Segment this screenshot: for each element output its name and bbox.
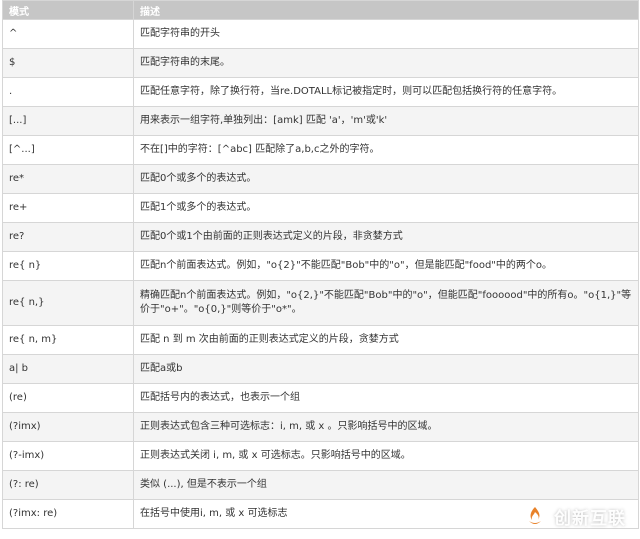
pattern-cell: ^ (2, 19, 134, 49)
pattern-cell: re{ n, m} (2, 325, 134, 355)
description-cell: 正则表达式包含三种可选标志：i, m, 或 x 。只影响括号中的区域。 (133, 412, 639, 442)
watermark-text: 创新互联 (554, 508, 626, 529)
table-row: $ 匹配字符串的末尾。 (2, 48, 639, 78)
table-row: (?imx) 正则表达式包含三种可选标志：i, m, 或 x 。只影响括号中的区域… (2, 412, 639, 442)
description-cell: 匹配1个或多个的表达式。 (133, 193, 639, 223)
description-cell: 不在[]中的字符：[^abc] 匹配除了a,b,c之外的字符。 (133, 135, 639, 165)
pattern-cell: [...] (2, 106, 134, 136)
description-cell: 匹配a或b (133, 354, 639, 384)
pattern-cell: re? (2, 222, 134, 252)
header-description: 描述 (133, 0, 639, 20)
pattern-cell: (?-imx) (2, 441, 134, 471)
table-row: re{ n} 匹配n个前面表达式。例如，"o{2}"不能匹配"Bob"中的"o"，… (2, 251, 639, 281)
table-row: a| b 匹配a或b (2, 354, 639, 384)
table-row: (?: re) 类似 (...), 但是不表示一个组 (2, 470, 639, 500)
table-row: re{ n, m} 匹配 n 到 m 次由前面的正则表达式定义的片段，贪婪方式 (2, 325, 639, 355)
pattern-cell: (?imx: re) (2, 499, 134, 529)
pattern-cell: re{ n} (2, 251, 134, 281)
description-cell: 匹配括号内的表达式，也表示一个组 (133, 383, 639, 413)
pattern-cell: (re) (2, 383, 134, 413)
pattern-cell: (?imx) (2, 412, 134, 442)
description-cell: 用来表示一组字符,单独列出：[amk] 匹配 'a'，'m'或'k' (133, 106, 639, 136)
pattern-cell: [^...] (2, 135, 134, 165)
table-row: re{ n,} 精确匹配n个前面表达式。例如，"o{2,}"不能匹配"Bob"中的… (2, 280, 639, 326)
table-row: ^ 匹配字符串的开头 (2, 19, 639, 49)
pattern-cell: . (2, 77, 134, 107)
description-cell: 精确匹配n个前面表达式。例如，"o{2,}"不能匹配"Bob"中的"o"，但能匹… (133, 280, 639, 326)
table-row: (?-imx) 正则表达式关闭 i, m, 或 x 可选标志。只影响括号中的区域。 (2, 441, 639, 471)
description-cell: 匹配 n 到 m 次由前面的正则表达式定义的片段，贪婪方式 (133, 325, 639, 355)
table-row: [^...] 不在[]中的字符：[^abc] 匹配除了a,b,c之外的字符。 (2, 135, 639, 165)
pattern-cell: re{ n,} (2, 280, 134, 326)
table-row: re* 匹配0个或多个的表达式。 (2, 164, 639, 194)
table-row: . 匹配任意字符，除了换行符，当re.DOTALL标记被指定时，则可以匹配包括换行… (2, 77, 639, 107)
pattern-cell: $ (2, 48, 134, 78)
regex-pattern-table: 模式 描述 ^ 匹配字符串的开头 $ 匹配字符串的末尾。 . 匹配任意字符，除了换行符… (2, 0, 639, 529)
description-cell: 匹配字符串的末尾。 (133, 48, 639, 78)
pattern-cell: a| b (2, 354, 134, 384)
pattern-cell: re* (2, 164, 134, 194)
description-cell: 正则表达式关闭 i, m, 或 x 可选标志。只影响括号中的区域。 (133, 441, 639, 471)
table-row: re+ 匹配1个或多个的表达式。 (2, 193, 639, 223)
description-cell: 匹配n个前面表达式。例如，"o{2}"不能匹配"Bob"中的"o"，但是能匹配"… (133, 251, 639, 281)
description-cell: 匹配0个或多个的表达式。 (133, 164, 639, 194)
description-cell: 匹配字符串的开头 (133, 19, 639, 49)
table-row: re? 匹配0个或1个由前面的正则表达式定义的片段，非贪婪方式 (2, 222, 639, 252)
table-row: (re) 匹配括号内的表达式，也表示一个组 (2, 383, 639, 413)
header-pattern: 模式 (2, 0, 134, 20)
watermark: 创新互联 (522, 503, 626, 529)
flame-logo-icon (523, 504, 547, 528)
description-cell: 类似 (...), 但是不表示一个组 (133, 470, 639, 500)
pattern-cell: re+ (2, 193, 134, 223)
pattern-cell: (?: re) (2, 470, 134, 500)
table-header-row: 模式 描述 (2, 0, 639, 20)
table-row: [...] 用来表示一组字符,单独列出：[amk] 匹配 'a'，'m'或'k' (2, 106, 639, 136)
description-cell: 匹配0个或1个由前面的正则表达式定义的片段，非贪婪方式 (133, 222, 639, 252)
description-cell: 匹配任意字符，除了换行符，当re.DOTALL标记被指定时，则可以匹配包括换行符… (133, 77, 639, 107)
